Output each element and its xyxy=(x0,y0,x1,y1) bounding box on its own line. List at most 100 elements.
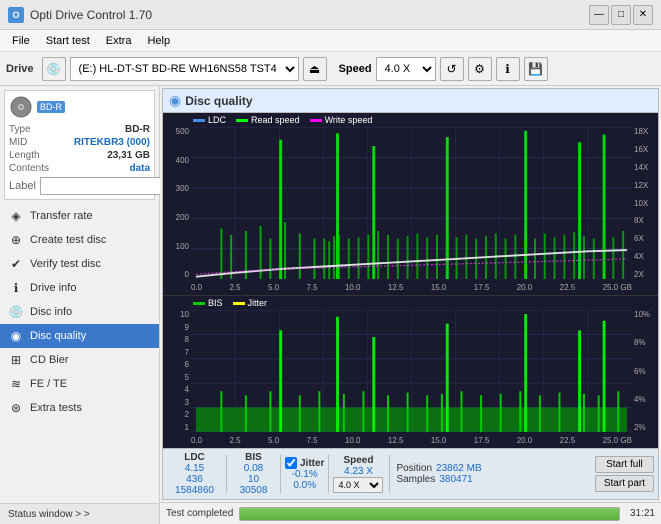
eject-button[interactable]: ⏏ xyxy=(303,57,327,81)
nav-verify-test-disc[interactable]: ✔ Verify test disc xyxy=(0,252,159,276)
sidebar: BD-R Type BD-R MID RITEKBR3 (000) Length… xyxy=(0,86,160,524)
legend-write-speed: Write speed xyxy=(310,115,373,125)
progress-bar xyxy=(240,508,619,520)
app-icon: O xyxy=(8,7,24,23)
disc-length-row: Length 23,31 GB xyxy=(9,149,150,162)
jitter-checkbox[interactable] xyxy=(285,457,297,469)
samples-label: Samples xyxy=(396,474,435,485)
jitter-max: 0.0% xyxy=(285,480,324,491)
stats-jitter-section: Jitter -0.1% 0.0% xyxy=(285,457,324,491)
position-value: 23862 MB xyxy=(436,463,482,474)
settings-button[interactable]: ⚙ xyxy=(468,57,492,81)
cd-bier-icon: ⊞ xyxy=(8,353,24,367)
stats-speed-section: Speed 4.23 X 4.0 X xyxy=(333,455,383,493)
time-display: 31:21 xyxy=(630,508,655,519)
nav-fe-te[interactable]: ≋ FE / TE xyxy=(0,372,159,396)
speed-stat-value: 4.23 X xyxy=(344,466,373,477)
nav-cd-bier[interactable]: ⊞ CD Bier xyxy=(0,348,159,372)
extra-tests-icon: ⊛ xyxy=(8,401,24,415)
bottom-status-bar: Test completed 31:21 xyxy=(160,502,661,524)
disc-mid-row: MID RITEKBR3 (000) xyxy=(9,136,150,149)
bis-total: 30508 xyxy=(240,485,268,496)
bottom-chart-x-labels: 0.0 2.5 5.0 7.5 10.0 12.5 15.0 17.5 20.0… xyxy=(191,432,632,448)
bis-max: 10 xyxy=(248,474,259,485)
disc-quality-title: Disc quality xyxy=(185,94,252,108)
status-window-button[interactable]: Status window > > xyxy=(0,503,159,524)
stats-bis: BIS 0.08 10 30508 xyxy=(231,452,276,496)
disc-quality-header-icon: ◉ xyxy=(169,92,181,109)
legend-read-speed: Read speed xyxy=(236,115,300,125)
start-part-button[interactable]: Start part xyxy=(595,475,654,492)
stats-divider-1 xyxy=(226,455,227,493)
disc-panel: BD-R Type BD-R MID RITEKBR3 (000) Length… xyxy=(4,90,155,200)
top-chart-svg xyxy=(191,127,632,279)
drive-icon-btn[interactable]: 💿 xyxy=(42,57,66,81)
nav-disc-info[interactable]: 💿 Disc info xyxy=(0,300,159,324)
jitter-label: Jitter xyxy=(300,458,324,469)
info-button[interactable]: ℹ xyxy=(496,57,520,81)
jitter-avg: -0.1% xyxy=(285,469,324,480)
ldc-color xyxy=(193,119,205,122)
stats-divider-3 xyxy=(328,455,329,493)
speed-label: Speed xyxy=(339,63,372,75)
save-button[interactable]: 💾 xyxy=(524,57,548,81)
top-chart-y-left: 0 100 200 300 400 500 xyxy=(163,127,191,279)
minimize-button[interactable]: — xyxy=(589,5,609,25)
disc-type-row: Type BD-R xyxy=(9,123,150,136)
disc-quality-panel: ◉ Disc quality LDC Read xyxy=(162,88,659,500)
legend-bis: BIS xyxy=(193,298,223,308)
ldc-max: 436 xyxy=(186,474,203,485)
refresh-button[interactable]: ↺ xyxy=(440,57,464,81)
nav-create-test-disc[interactable]: ⊕ Create test disc xyxy=(0,228,159,252)
menu-start-test[interactable]: Start test xyxy=(38,33,98,49)
create-test-disc-icon: ⊕ xyxy=(8,233,24,247)
speed-select[interactable]: 4.0 X xyxy=(376,57,436,81)
jitter-color-swatch xyxy=(233,302,245,305)
drive-select[interactable]: (E:) HL-DT-ST BD-RE WH16NS58 TST4 xyxy=(70,57,299,81)
top-chart-y-right: 2X 4X 6X 8X 10X 12X 14X 16X 18X xyxy=(632,127,658,279)
nav-extra-tests[interactable]: ⊛ Extra tests xyxy=(0,396,159,420)
stats-position-samples: Position 23862 MB Samples 380471 xyxy=(396,463,481,485)
progress-bar-container xyxy=(239,507,620,521)
stats-divider-2 xyxy=(280,455,281,493)
bis-avg: 0.08 xyxy=(244,463,263,474)
stats-divider-4 xyxy=(389,455,390,493)
status-text: Test completed xyxy=(166,508,233,519)
menu-extra[interactable]: Extra xyxy=(98,33,140,49)
position-label: Position xyxy=(396,463,432,474)
drive-label: Drive xyxy=(6,63,34,75)
menu-bar: File Start test Extra Help xyxy=(0,30,661,52)
top-chart-x-labels: 0.0 2.5 5.0 7.5 10.0 12.5 15.0 17.5 20.0… xyxy=(191,279,632,295)
main-layout: BD-R Type BD-R MID RITEKBR3 (000) Length… xyxy=(0,86,661,524)
bottom-chart-legend: BIS Jitter xyxy=(193,298,267,308)
ldc-total: 1584860 xyxy=(175,485,214,496)
disc-panel-icon xyxy=(9,95,33,119)
disc-type-badge: BD-R xyxy=(37,101,65,113)
menu-help[interactable]: Help xyxy=(139,33,178,49)
disc-quality-icon: ◉ xyxy=(8,329,24,343)
ldc-avg: 4.15 xyxy=(185,463,204,474)
fe-te-icon: ≋ xyxy=(8,377,24,391)
nav-transfer-rate[interactable]: ◈ Transfer rate xyxy=(0,204,159,228)
start-full-button[interactable]: Start full xyxy=(595,456,654,473)
speed-stat-select[interactable]: 4.0 X xyxy=(333,477,383,493)
maximize-button[interactable]: □ xyxy=(611,5,631,25)
stats-ldc: LDC 4.15 436 1584860 xyxy=(167,452,222,496)
speed-stat-label: Speed xyxy=(343,455,373,466)
bis-header: BIS xyxy=(245,452,262,463)
disc-quality-header: ◉ Disc quality xyxy=(163,89,658,113)
charts-area: LDC Read speed Write speed 0 xyxy=(163,113,658,448)
toolbar: Drive 💿 (E:) HL-DT-ST BD-RE WH16NS58 TST… xyxy=(0,52,661,86)
nav-disc-quality[interactable]: ◉ Disc quality xyxy=(0,324,159,348)
bottom-chart-y-right: 2% 4% 6% 8% 10% xyxy=(632,310,658,432)
legend-jitter: Jitter xyxy=(233,298,268,308)
bis-color-swatch xyxy=(193,302,205,305)
menu-file[interactable]: File xyxy=(4,33,38,49)
nav-drive-info[interactable]: ℹ Drive info xyxy=(0,276,159,300)
disc-label-input[interactable] xyxy=(40,177,178,195)
close-button[interactable]: ✕ xyxy=(633,5,653,25)
bottom-chart: BIS Jitter 1 2 3 4 5 6 xyxy=(163,296,658,448)
write-speed-color xyxy=(310,119,322,122)
jitter-checkbox-row: Jitter xyxy=(285,457,324,469)
legend-ldc: LDC xyxy=(193,115,226,125)
